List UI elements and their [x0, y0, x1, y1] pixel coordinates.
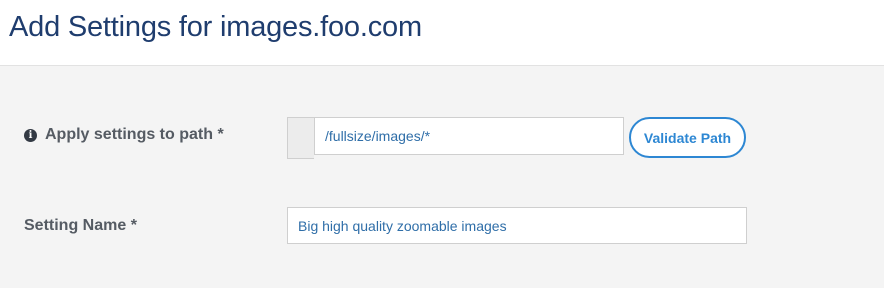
path-label: i Apply settings to path *: [24, 126, 224, 144]
path-input[interactable]: /fullsize/images/*: [314, 117, 624, 155]
path-input-value: /fullsize/images/*: [325, 128, 431, 144]
setting-name-label: Setting Name *: [24, 217, 137, 234]
validate-path-button[interactable]: Validate Path: [629, 117, 746, 158]
info-icon[interactable]: i: [24, 128, 37, 142]
page-header: Add Settings for images.foo.com: [0, 0, 884, 66]
path-prefix-addon: [287, 117, 314, 159]
settings-form: i Apply settings to path * /fullsize/ima…: [0, 66, 884, 288]
setting-name-input-value: Big high quality zoomable images: [298, 217, 507, 234]
setting-name-input[interactable]: Big high quality zoomable images: [287, 207, 747, 244]
page-title: Add Settings for images.foo.com: [9, 11, 422, 43]
path-label-text: Apply settings to path *: [45, 126, 224, 143]
